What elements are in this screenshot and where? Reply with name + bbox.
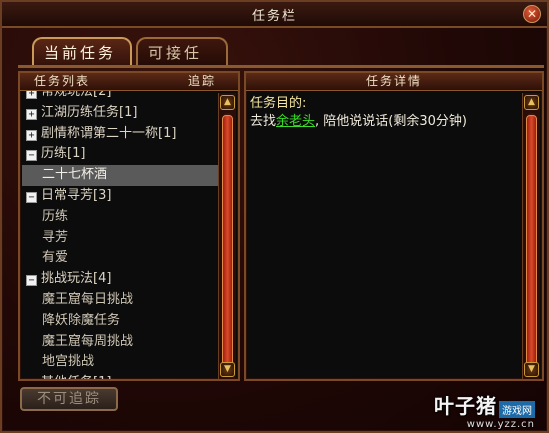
task-detail-title: 任务详情: [365, 74, 422, 88]
task-label: 地宫挑战: [42, 354, 95, 370]
task-item[interactable]: 有爱: [22, 248, 218, 269]
scroll-thumb[interactable]: [526, 115, 537, 371]
task-category[interactable]: + 剧情称谓第二十一称[1]: [22, 124, 218, 145]
tab-current-tasks[interactable]: 当前任务: [32, 37, 132, 65]
scroll-down-icon[interactable]: ▼: [524, 362, 539, 377]
task-category[interactable]: − 日常寻芳[3]: [22, 186, 218, 207]
title-bar[interactable]: 任务栏: [2, 2, 547, 28]
task-label: 其他任务[1]: [41, 375, 111, 379]
task-label: 历练: [42, 208, 69, 224]
track-column-label: 追踪: [187, 74, 216, 88]
task-category[interactable]: + 江湖历练任务[1]: [22, 103, 218, 124]
expand-icon[interactable]: +: [26, 91, 37, 99]
task-item[interactable]: 历练: [22, 207, 218, 228]
scroll-thumb[interactable]: [222, 115, 233, 371]
tab-divider: [18, 65, 544, 68]
task-list-scrollbar[interactable]: ▲ ▼: [218, 93, 236, 379]
window-title: 任务栏: [251, 8, 297, 24]
task-label: 魔王窟每周挑战: [42, 333, 134, 349]
task-list-title: 任务列表: [34, 74, 91, 88]
task-item[interactable]: 地宫挑战: [22, 352, 218, 373]
untrack-button[interactable]: 不可追踪: [20, 387, 118, 411]
scroll-up-icon[interactable]: ▲: [220, 95, 235, 110]
task-label: 有爱: [42, 250, 69, 266]
task-label: 日常寻芳[3]: [41, 187, 112, 203]
task-category[interactable]: − 挑战玩法[4]: [22, 269, 218, 290]
watermark-brand: 叶子猪: [434, 394, 497, 418]
task-category[interactable]: +其他任务[1]: [22, 373, 218, 379]
task-label: 魔王窟每日挑战: [42, 291, 134, 307]
task-window: 任务栏 ✕ 当前任务 可接任务 任务列表 追踪 + 常规玩法[2] + 江湖历练任务[…: [0, 0, 549, 433]
close-icon[interactable]: ✕: [523, 5, 541, 23]
task-label: 降妖除魔任务: [42, 312, 121, 328]
npc-link[interactable]: 余老头: [276, 114, 315, 129]
watermark-logo: 叶子猪 游戏网 www.yzz.cn: [434, 390, 535, 430]
watermark-url: www.yzz.cn: [466, 419, 535, 430]
task-list-header: 任务列表 追踪: [20, 73, 238, 91]
task-detail-scrollbar[interactable]: ▲ ▼: [522, 93, 540, 379]
task-label: 挑战玩法[4]: [41, 271, 112, 287]
tab-available-tasks[interactable]: 可接任务: [136, 37, 228, 90]
expand-icon[interactable]: +: [26, 129, 37, 141]
task-label: 寻芳: [42, 229, 69, 245]
task-detail-header: 任务详情: [246, 73, 542, 91]
objective-prefix: 去找: [250, 114, 277, 129]
collapse-icon[interactable]: −: [26, 191, 37, 203]
objective-label: 任务目的:: [250, 96, 307, 111]
objective-suffix: , 陪他说说话(剩余30分钟): [315, 114, 467, 129]
task-item[interactable]: 魔王窟每日挑战: [22, 290, 218, 311]
task-list-panel: 任务列表 追踪 + 常规玩法[2] + 江湖历练任务[1] + 剧情称谓第二十一称[1] −…: [18, 71, 240, 381]
task-category[interactable]: − 历练[1]: [22, 144, 218, 165]
task-category[interactable]: + 常规玩法[2]: [22, 91, 218, 103]
collapse-icon[interactable]: −: [26, 150, 37, 162]
scroll-down-icon[interactable]: ▼: [220, 362, 235, 377]
scroll-up-icon[interactable]: ▲: [524, 95, 539, 110]
expand-icon[interactable]: +: [26, 108, 37, 120]
task-detail-text: 任务目的: 去找余老头, 陪他说说话(剩余30分钟): [250, 95, 520, 131]
task-item[interactable]: 降妖除魔任务: [22, 311, 218, 332]
task-label: 江湖历练任务[1]: [41, 104, 138, 120]
task-list: + 常规玩法[2] + 江湖历练任务[1] + 剧情称谓第二十一称[1] − 历练[1] 二十七…: [22, 91, 218, 379]
task-item[interactable]: 二十七杯酒: [22, 165, 218, 186]
task-label: 剧情称谓第二十一称[1]: [41, 125, 177, 141]
task-label: 常规玩法[2]: [41, 91, 112, 99]
watermark-badge: 游戏网: [499, 401, 535, 418]
task-detail-panel: 任务详情 任务目的: 去找余老头, 陪他说说话(剩余30分钟) ▲ ▼: [244, 71, 544, 381]
objective-line: 去找余老头, 陪他说说话(剩余30分钟): [250, 113, 520, 131]
task-label: 二十七杯酒: [42, 167, 108, 183]
collapse-icon[interactable]: −: [26, 275, 37, 287]
task-label: 历练[1]: [41, 146, 86, 162]
task-item[interactable]: 寻芳: [22, 228, 218, 249]
task-item[interactable]: 魔王窟每周挑战: [22, 332, 218, 353]
